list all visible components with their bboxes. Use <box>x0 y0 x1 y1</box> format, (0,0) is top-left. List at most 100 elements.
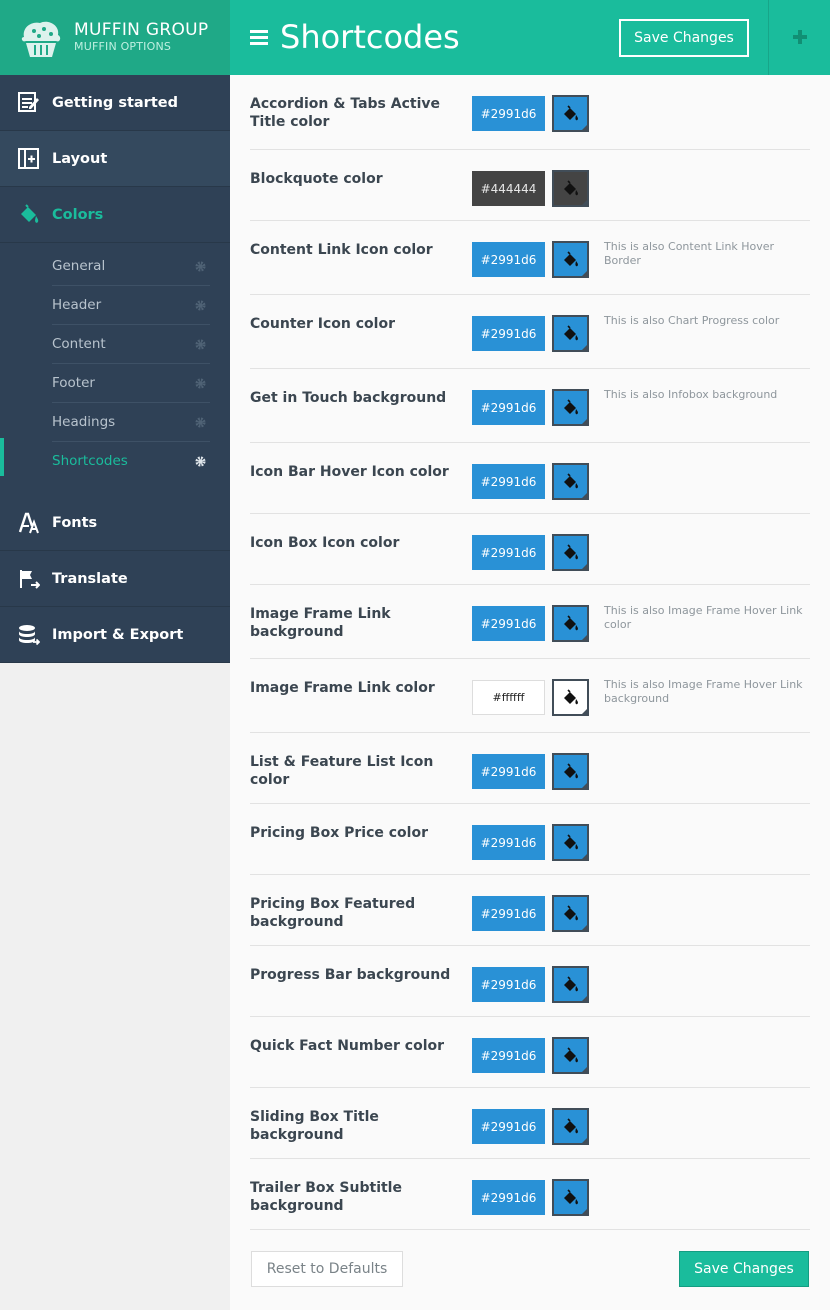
gear-icon <box>195 300 206 311</box>
picker-corner <box>581 270 588 277</box>
color-picker-button[interactable] <box>552 753 589 790</box>
color-option-row: Quick Fact Number color #2991d6 <box>250 1017 810 1088</box>
picker-corner <box>581 853 588 860</box>
logo: MUFFIN GROUP MUFFIN OPTIONS <box>0 0 230 75</box>
color-value-input[interactable]: #2991d6 <box>472 390 545 425</box>
reset-defaults-button[interactable]: Reset to Defaults <box>251 1251 403 1287</box>
option-hint: This is also Content Link Hover Border <box>604 240 775 267</box>
save-changes-button[interactable]: Save Changes <box>619 19 749 57</box>
color-option-row: Get in Touch background #2991d6 This is al… <box>250 369 810 443</box>
color-picker-button[interactable] <box>552 241 589 278</box>
color-picker-button[interactable] <box>552 824 589 861</box>
sidebar-item-getting-started[interactable]: Getting started <box>0 75 230 131</box>
color-value-input[interactable]: #2991d6 <box>472 1180 545 1215</box>
color-value-input[interactable]: #2991d6 <box>472 1038 545 1073</box>
muffin-icon <box>21 21 61 57</box>
color-option-row: Progress Bar background #2991d6 <box>250 946 810 1017</box>
color-value-input[interactable]: #2991d6 <box>472 464 545 499</box>
sidebar-item-fonts[interactable]: Fonts <box>0 495 230 551</box>
color-value-input[interactable]: #2991d6 <box>472 316 545 351</box>
page-header: Shortcodes Save Changes <box>230 0 830 75</box>
menu-icon[interactable] <box>250 30 268 45</box>
header-divider <box>768 0 769 75</box>
paint-bucket-icon <box>564 399 578 415</box>
color-option-row: Pricing Box Featured background #2991d6 <box>250 875 810 946</box>
sidebar-subitem-content[interactable]: Content <box>52 325 210 364</box>
color-picker-button[interactable] <box>552 895 589 932</box>
color-option-row: List & Feature List Icon color #2991d6 <box>250 733 810 804</box>
color-value-input[interactable]: #2991d6 <box>472 242 545 277</box>
color-option-row: Trailer Box Subtitle background #2991d6 <box>250 1159 810 1230</box>
plus-icon[interactable] <box>792 29 808 45</box>
color-value-input[interactable]: #2991d6 <box>472 96 545 131</box>
color-picker-button[interactable] <box>552 605 589 642</box>
sidebar-item-label: Translate <box>52 571 128 587</box>
color-picker-button[interactable] <box>552 1037 589 1074</box>
option-label: Image Frame Link color <box>250 680 435 696</box>
color-picker-button[interactable] <box>552 534 589 571</box>
color-picker-button[interactable] <box>552 463 589 500</box>
sidebar-item-translate[interactable]: Translate <box>0 551 230 607</box>
gear-icon <box>195 339 206 350</box>
color-value-input[interactable]: #2991d6 <box>472 1109 545 1144</box>
subitem-label: Content <box>52 336 106 352</box>
option-label: Content Link Icon color <box>250 242 433 258</box>
color-picker-button[interactable] <box>552 389 589 426</box>
option-label: Pricing Box Featured background <box>250 896 416 930</box>
picker-corner <box>581 124 588 131</box>
option-label: Icon Bar Hover Icon color <box>250 464 449 480</box>
option-label: List & Feature List Icon color <box>250 754 434 788</box>
picker-corner <box>581 199 588 206</box>
page-title: Shortcodes <box>280 18 460 56</box>
subitem-label: Shortcodes <box>52 453 128 469</box>
option-label: Quick Fact Number color <box>250 1038 445 1054</box>
color-picker-button[interactable] <box>552 170 589 207</box>
color-option-row: Counter Icon color #2991d6 This is also Ch… <box>250 295 810 369</box>
color-value-input[interactable]: #2991d6 <box>472 606 545 641</box>
color-picker-button[interactable] <box>552 679 589 716</box>
sidebar-subitem-general[interactable]: General <box>52 247 210 286</box>
save-changes-bottom-button[interactable]: Save Changes <box>679 1251 809 1287</box>
color-value-input[interactable]: #ffffff <box>472 680 545 715</box>
paint-bucket-icon <box>564 615 578 631</box>
color-option-row: Icon Box Icon color #2991d6 <box>250 514 810 585</box>
sidebar-item-label: Import & Export <box>52 627 184 643</box>
sidebar-subitem-headings[interactable]: Headings <box>52 403 210 442</box>
color-value-input[interactable]: #2991d6 <box>472 754 545 789</box>
sidebar-subitem-shortcodes[interactable]: Shortcodes <box>52 442 210 481</box>
color-value-input[interactable]: #2991d6 <box>472 896 545 931</box>
option-hint: This is also Image Frame Hover Link colo… <box>604 604 803 631</box>
paint-bucket-icon <box>564 105 578 121</box>
subitem-label: Header <box>52 297 102 313</box>
color-picker-button[interactable] <box>552 966 589 1003</box>
color-value-input[interactable]: #444444 <box>472 171 545 206</box>
color-picker-button[interactable] <box>552 1179 589 1216</box>
picker-corner <box>581 924 588 931</box>
paint-bucket-icon <box>564 1118 578 1134</box>
sidebar-item-layout[interactable]: Layout <box>0 131 230 187</box>
paint-bucket-icon <box>564 1047 578 1063</box>
flag-icon <box>20 570 40 589</box>
option-hint: This is also Image Frame Hover Link back… <box>604 678 803 705</box>
picker-corner <box>581 708 588 715</box>
sidebar-subitem-header[interactable]: Header <box>52 286 210 325</box>
paint-bucket-icon <box>21 204 39 223</box>
color-picker-button[interactable] <box>552 95 589 132</box>
color-picker-button[interactable] <box>552 315 589 352</box>
color-value-input[interactable]: #2991d6 <box>472 967 545 1002</box>
picker-corner <box>581 1066 588 1073</box>
sidebar-item-import-export[interactable]: Import & Export <box>0 607 230 663</box>
paint-bucket-icon <box>564 905 578 921</box>
sidebar-subitem-footer[interactable]: Footer <box>52 364 210 403</box>
color-picker-button[interactable] <box>552 1108 589 1145</box>
color-value-input[interactable]: #2991d6 <box>472 825 545 860</box>
color-option-row: Accordion & Tabs Active Title color #2991… <box>250 75 810 150</box>
paint-bucket-icon <box>564 251 578 267</box>
color-value-input[interactable]: #2991d6 <box>472 535 545 570</box>
sidebar-item-colors[interactable]: Colors <box>0 187 230 243</box>
picker-corner <box>581 563 588 570</box>
picker-corner <box>581 782 588 789</box>
edit-icon <box>18 92 39 112</box>
option-label: Get in Touch background <box>250 390 447 406</box>
paint-bucket-icon <box>564 473 578 489</box>
